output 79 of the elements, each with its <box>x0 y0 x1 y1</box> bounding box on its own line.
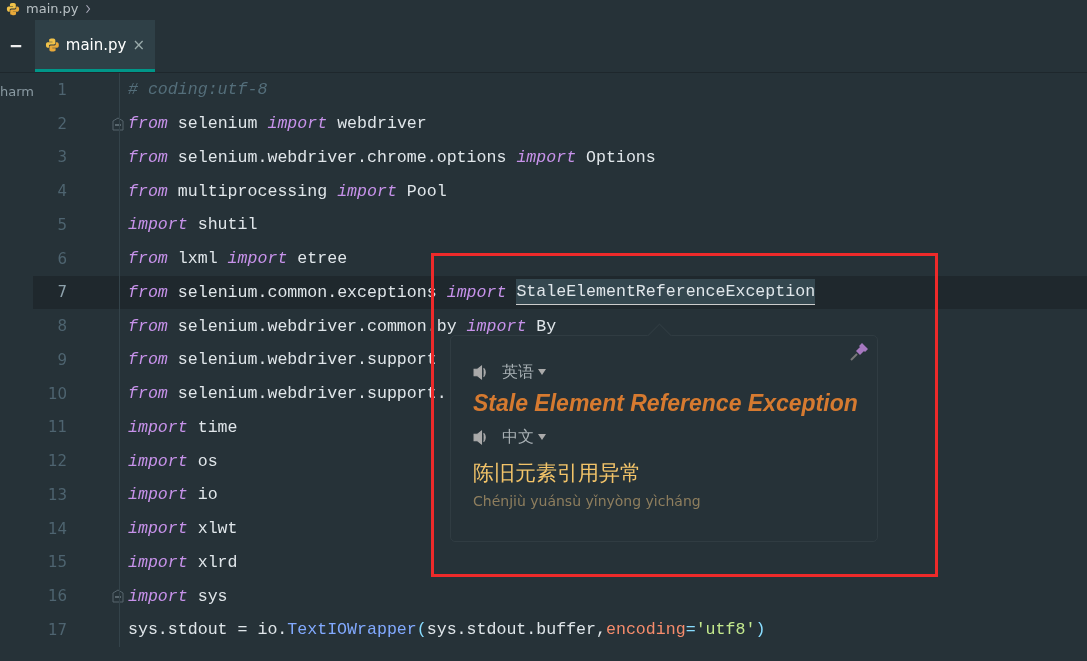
keyword: import <box>128 519 188 539</box>
file-tab[interactable]: main.py × <box>35 20 155 72</box>
pin-icon[interactable] <box>849 342 869 362</box>
code-comment: # coding:utf-8 <box>128 80 268 100</box>
line-number: 7 <box>56 283 67 302</box>
line-number: 15 <box>46 553 67 572</box>
close-button[interactable]: × <box>132 35 145 54</box>
keyword: from <box>128 181 168 201</box>
punctuation: ( <box>416 620 427 640</box>
source-phrase: Stale Element Reference Exception <box>473 390 858 417</box>
translation-text: 陈旧元素引用异常 <box>473 460 642 487</box>
collapse-icon[interactable] <box>9 44 23 48</box>
line-number: 8 <box>56 317 67 336</box>
line-number: 14 <box>46 519 67 538</box>
punctuation: = <box>685 620 696 640</box>
code-text: sys.stdout.buffer, <box>426 620 606 640</box>
keyword: from <box>128 114 168 134</box>
parameter-name: encoding <box>606 620 686 640</box>
code-text: time <box>196 417 238 437</box>
breadcrumb-item[interactable]: main.py <box>26 1 79 17</box>
line-number: 4 <box>56 182 67 201</box>
punctuation: ) <box>755 620 766 640</box>
code-text: multiprocessing <box>176 181 329 201</box>
keyword: from <box>128 147 168 167</box>
caret-icon <box>538 369 546 375</box>
language-dropdown[interactable]: 中文 <box>502 426 546 448</box>
code-text: selenium <box>176 114 259 134</box>
function-name: TextIOWrapper <box>287 620 417 640</box>
keyword: import <box>128 215 188 235</box>
keyword: import <box>227 249 288 269</box>
chevron-icon <box>84 4 91 14</box>
code-text: By <box>535 316 557 336</box>
keyword: from <box>128 282 168 302</box>
keyword: import <box>267 114 328 134</box>
string-literal: 'utf8' <box>695 620 756 640</box>
keyword: import <box>337 181 397 201</box>
code-text: sys.stdout = io. <box>128 620 288 640</box>
project-panel-label: harm <box>0 84 33 99</box>
code-text: sys <box>196 586 228 606</box>
line-number: 16 <box>46 587 67 606</box>
line-number: 12 <box>46 452 67 471</box>
line-number: 9 <box>56 350 67 369</box>
code-text: webdriver <box>336 114 427 134</box>
highlighted-word: StaleElementReferenceException <box>516 279 816 306</box>
keyword: from <box>128 384 168 404</box>
keyword: import <box>128 586 188 606</box>
keyword: import <box>466 316 527 336</box>
keyword: import <box>516 147 577 167</box>
line-number: 1 <box>56 80 67 99</box>
line-number: 13 <box>46 485 67 504</box>
line-number: 6 <box>56 249 67 268</box>
language-dropdown[interactable]: 英语 <box>502 361 546 383</box>
keyword: import <box>446 282 507 302</box>
code-text: io <box>196 485 218 505</box>
python-icon <box>6 2 20 16</box>
keyword: from <box>128 249 168 269</box>
keyword: import <box>128 451 188 471</box>
code-text: shutil <box>196 215 258 235</box>
code-text: Pool <box>405 181 447 201</box>
code-text: selenium.webdriver.chrome.options <box>176 147 508 167</box>
keyword: from <box>128 350 168 370</box>
pinyin-text: Chénjiù yuánsù yǐnyòng yìcháng <box>473 493 702 509</box>
keyword: from <box>128 316 168 336</box>
keyword: import <box>128 485 188 505</box>
code-text: Options <box>585 147 656 167</box>
keyword: import <box>128 417 188 437</box>
code-text: os <box>196 451 218 471</box>
line-number: 3 <box>56 148 67 167</box>
caret-icon <box>538 434 546 440</box>
line-number: 11 <box>46 418 67 437</box>
code-text: etree <box>296 249 348 269</box>
code-text: xlwt <box>196 519 238 539</box>
keyword: import <box>128 552 188 572</box>
code-text: xlrd <box>196 552 238 572</box>
line-number: 2 <box>56 114 67 133</box>
line-number: 5 <box>56 215 67 234</box>
line-number: 10 <box>46 384 67 403</box>
line-number: 17 <box>46 620 67 639</box>
code-text: lxml <box>176 249 219 269</box>
